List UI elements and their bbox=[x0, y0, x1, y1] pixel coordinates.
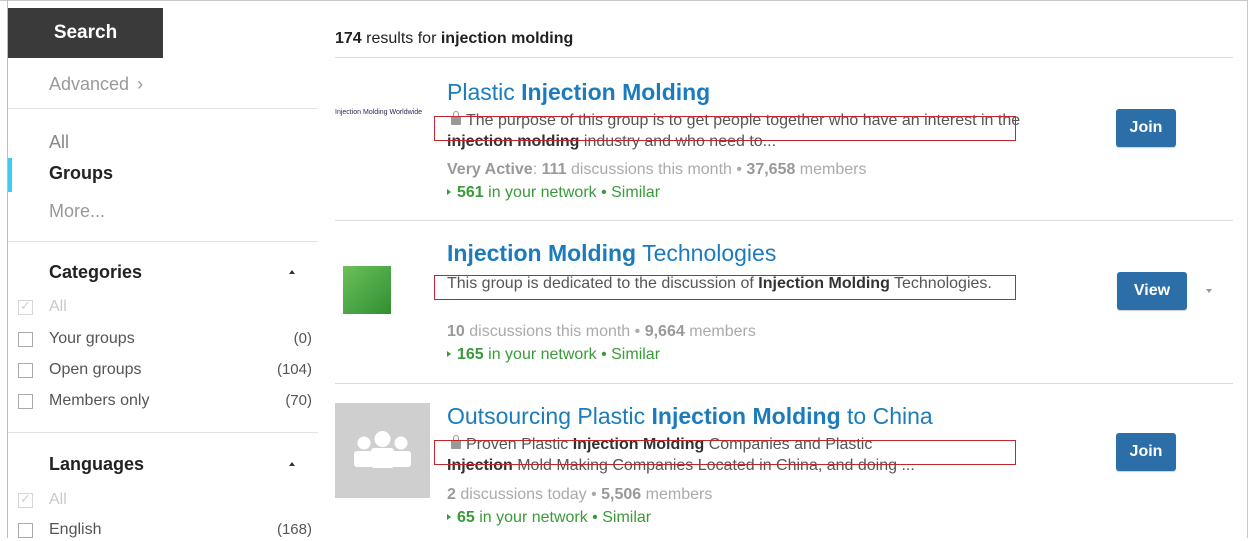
expand-triangle-icon bbox=[447, 514, 451, 520]
languages-title: Languages bbox=[49, 454, 145, 474]
group-activity: 2 discussions today • 5,506 members bbox=[447, 486, 712, 504]
network-count: 65 bbox=[457, 509, 475, 526]
activity-level: Very Active bbox=[447, 161, 533, 178]
filter-label: All bbox=[49, 491, 67, 508]
nav-more[interactable]: More... bbox=[49, 201, 105, 222]
network-text: in your network • Similar bbox=[474, 509, 652, 526]
filter-count: (0) bbox=[293, 330, 312, 347]
network-text: in your network • Similar bbox=[483, 346, 661, 363]
collapse-categories-icon[interactable] bbox=[289, 270, 295, 274]
filter-category-all[interactable]: All bbox=[18, 298, 312, 318]
checkbox-icon[interactable] bbox=[18, 394, 33, 409]
nav-active-indicator bbox=[8, 158, 12, 192]
nav-all[interactable]: All bbox=[49, 132, 69, 153]
categories-title: Categories bbox=[49, 262, 143, 282]
title-text: Plastic bbox=[447, 79, 522, 105]
group-logo-text: Injection Molding Worldwide bbox=[335, 109, 423, 116]
title-highlight: Injection Molding bbox=[521, 79, 711, 105]
filter-count: (168) bbox=[276, 521, 312, 538]
meta-text: members bbox=[684, 323, 756, 340]
checkbox-icon[interactable] bbox=[18, 523, 33, 538]
chevron-right-icon: › bbox=[137, 74, 144, 94]
meta-text: members bbox=[641, 486, 713, 503]
group-activity: 10 discussions this month • 9,664 member… bbox=[447, 323, 756, 341]
network-count: 165 bbox=[457, 346, 484, 363]
expand-triangle-icon bbox=[447, 189, 451, 195]
group-title-link[interactable]: Outsourcing Plastic Injection Molding to… bbox=[447, 403, 933, 430]
title-highlight: Injection Molding bbox=[447, 240, 637, 266]
filter-open-groups[interactable]: Open groups (104) bbox=[18, 361, 312, 381]
checkbox-checked-icon[interactable] bbox=[18, 298, 33, 315]
highlight-annotation-box bbox=[434, 275, 1016, 300]
group-placeholder-image bbox=[335, 403, 430, 498]
results-text: results for bbox=[366, 30, 437, 47]
network-text: in your network • Similar bbox=[483, 184, 661, 201]
filter-label: Open groups bbox=[49, 361, 142, 378]
filter-count: (70) bbox=[285, 392, 312, 409]
checkbox-icon[interactable] bbox=[18, 332, 33, 347]
filter-language-english[interactable]: English (168) bbox=[18, 521, 312, 541]
results-count: 174 bbox=[335, 30, 362, 47]
collapse-languages-icon[interactable] bbox=[289, 462, 295, 466]
title-text: Technologies bbox=[636, 240, 777, 266]
people-icon bbox=[354, 431, 411, 468]
group-logo-image bbox=[343, 266, 391, 314]
title-text: Outsourcing Plastic bbox=[447, 403, 652, 429]
member-count: 9,664 bbox=[644, 323, 685, 340]
filter-label: Your groups bbox=[49, 330, 135, 347]
checkbox-checked-icon[interactable] bbox=[18, 491, 33, 508]
title-highlight: Injection Molding bbox=[651, 403, 841, 429]
filter-label: All bbox=[49, 298, 67, 315]
filter-language-all[interactable]: All bbox=[18, 491, 312, 511]
filter-your-groups[interactable]: Your groups (0) bbox=[18, 330, 312, 350]
group-title-link[interactable]: Injection Molding Technologies bbox=[447, 240, 776, 267]
meta-text: discussions this month • bbox=[464, 323, 645, 340]
nav-groups[interactable]: Groups bbox=[49, 163, 113, 184]
network-count: 561 bbox=[457, 184, 484, 201]
sidebar: Search Advanced › All Groups More... Cate… bbox=[8, 8, 322, 538]
advanced-label: Advanced bbox=[49, 74, 130, 94]
divider bbox=[335, 383, 1233, 384]
network-link[interactable]: 561 in your network • Similar bbox=[441, 184, 660, 202]
filter-label: Members only bbox=[49, 392, 150, 409]
discussion-count: 10 bbox=[447, 323, 465, 340]
divider bbox=[335, 220, 1233, 221]
group-title-link[interactable]: Plastic Injection Molding bbox=[447, 79, 710, 106]
filter-members-only[interactable]: Members only (70) bbox=[18, 392, 312, 412]
group-activity: Very Active: 111 discussions this month … bbox=[447, 161, 866, 179]
highlight-annotation-box bbox=[434, 116, 1016, 141]
advanced-search-link[interactable]: Advanced › bbox=[49, 74, 143, 95]
meta-text: members bbox=[795, 161, 867, 178]
divider bbox=[335, 57, 1233, 58]
frame-top-border bbox=[0, 0, 1248, 1]
view-button[interactable]: View bbox=[1117, 272, 1187, 310]
network-link[interactable]: 165 in your network • Similar bbox=[441, 346, 660, 364]
divider bbox=[8, 432, 318, 433]
results-summary: 174 results for injection molding bbox=[335, 30, 573, 48]
discussion-count: 2 bbox=[447, 486, 456, 503]
expand-triangle-icon bbox=[447, 351, 451, 357]
network-link[interactable]: 65 in your network • Similar bbox=[441, 509, 651, 527]
discussion-count: 111 bbox=[541, 161, 567, 178]
highlight-annotation-box bbox=[434, 440, 1016, 465]
member-count: 37,658 bbox=[746, 161, 796, 178]
meta-text: discussions today • bbox=[455, 486, 602, 503]
filter-label: English bbox=[49, 521, 102, 538]
checkbox-icon[interactable] bbox=[18, 363, 33, 378]
member-count: 5,506 bbox=[601, 486, 642, 503]
meta-text: discussions this month • bbox=[566, 161, 747, 178]
join-button[interactable]: Join bbox=[1116, 109, 1176, 147]
divider bbox=[8, 241, 318, 242]
search-button[interactable]: Search bbox=[8, 8, 163, 58]
title-text: to China bbox=[840, 403, 933, 429]
results-query: injection molding bbox=[440, 30, 574, 47]
chevron-down-icon[interactable] bbox=[1206, 289, 1212, 293]
meta-sep: : bbox=[532, 161, 542, 178]
join-button[interactable]: Join bbox=[1116, 433, 1176, 471]
filter-count: (104) bbox=[276, 361, 312, 378]
divider bbox=[8, 108, 318, 109]
